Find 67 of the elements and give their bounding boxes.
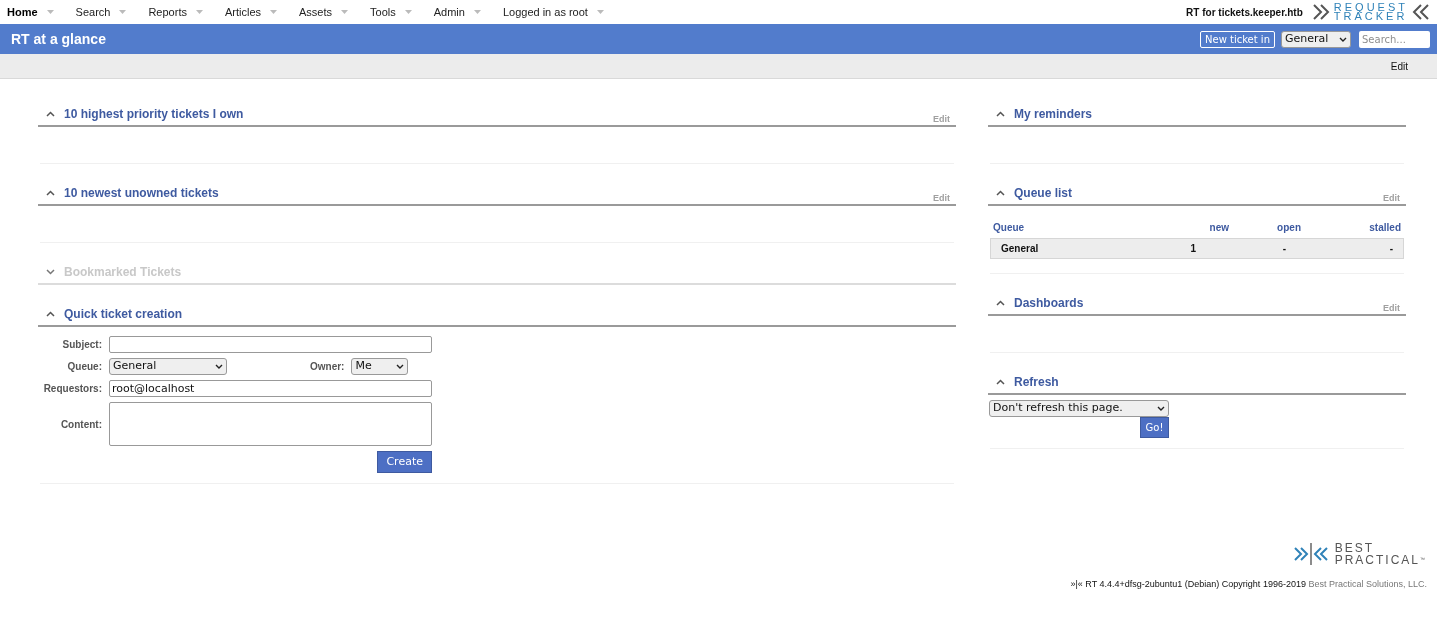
collapse-icon[interactable] xyxy=(996,111,1005,117)
collapse-icon[interactable] xyxy=(996,379,1005,385)
caret-icon xyxy=(473,10,481,14)
collapse-icon[interactable] xyxy=(46,111,55,117)
subject-field[interactable] xyxy=(109,336,432,353)
table-cell-text: - xyxy=(1281,242,1286,256)
owner-select[interactable]: Me xyxy=(351,358,409,375)
nav-item[interactable]: Reports xyxy=(148,3,203,21)
section-title[interactable]: Quick ticket creation xyxy=(64,305,183,323)
nav-item[interactable]: Home xyxy=(7,3,54,21)
field-label: Requestors: xyxy=(42,382,102,396)
column-header[interactable]: new xyxy=(1189,220,1229,235)
column-header[interactable]: stalled xyxy=(1361,220,1401,235)
table-cell-text: 1 xyxy=(1189,242,1196,256)
refresh-select[interactable]: Don't refresh this page. xyxy=(989,400,1169,417)
create-button[interactable]: Create xyxy=(377,451,432,473)
header-queue-select[interactable]: General xyxy=(1281,30,1351,48)
caret-icon xyxy=(270,10,277,14)
dropdown-caret-icon xyxy=(1157,406,1165,411)
collapse-icon[interactable] xyxy=(46,190,55,196)
new-ticket-button[interactable]: New ticket in xyxy=(1200,30,1275,48)
caret-icon xyxy=(404,10,412,14)
section-title[interactable]: 10 highest priority tickets I own xyxy=(64,105,244,123)
collapse-icon[interactable] xyxy=(46,311,55,317)
dropdown-caret-icon xyxy=(215,364,223,369)
go-button[interactable]: Go! xyxy=(1140,417,1169,438)
nav-item[interactable]: Assets xyxy=(299,3,349,21)
section-title[interactable]: Dashboards xyxy=(1014,294,1084,312)
queue-select[interactable]: General xyxy=(109,358,227,375)
footer-link[interactable]: Best Practical Solutions, LLC. xyxy=(1308,578,1427,589)
field-label: Content: xyxy=(59,417,102,432)
logo[interactable]: REQUEST TRACKER xyxy=(1312,3,1429,21)
collapse-icon[interactable] xyxy=(996,300,1005,306)
page-title: RT at a glance xyxy=(11,29,107,49)
field-label: Subject: xyxy=(61,338,102,352)
column-header[interactable]: Queue xyxy=(993,220,1189,235)
field-label: Owner: xyxy=(310,360,345,374)
caret-icon xyxy=(596,10,604,14)
dropdown-caret-icon xyxy=(1339,36,1347,42)
nav-item[interactable]: Logged in as root xyxy=(502,3,604,21)
section-title[interactable]: 10 newest unowned tickets xyxy=(64,184,219,202)
nav-item[interactable]: Admin xyxy=(433,3,481,21)
table-cell-text: General xyxy=(1001,242,1040,256)
footer-logo[interactable]: BEST PRACTICAL$^{™}$ xyxy=(1292,541,1425,566)
edit-link[interactable]: Edit xyxy=(1390,58,1408,74)
column-header[interactable]: open xyxy=(1261,220,1301,235)
section-title[interactable]: My reminders xyxy=(1014,105,1093,123)
expand-icon[interactable] xyxy=(46,269,55,275)
collapse-icon[interactable] xyxy=(996,190,1005,196)
footer-text: »|« RT 4.4.4+dfsg-2ubuntu1 (Debian) Copyright 1996-2019 Best Practical Solutions, LLC. xyxy=(1070,577,1427,591)
section-title[interactable]: Refresh xyxy=(1014,373,1059,391)
dropdown-caret-icon xyxy=(396,364,405,369)
nav-item[interactable]: Articles xyxy=(224,3,277,21)
table-cell-text: - xyxy=(1388,242,1393,256)
field-label: Queue: xyxy=(66,360,102,374)
nav-item[interactable]: Search xyxy=(75,3,127,21)
caret-icon xyxy=(46,10,54,14)
queue-row[interactable]: General 1 - - xyxy=(990,238,1404,259)
caret-icon xyxy=(195,10,203,14)
caret-icon xyxy=(341,10,349,14)
search-field[interactable]: Search... xyxy=(1359,30,1430,48)
caret-icon xyxy=(119,10,127,14)
nav-item[interactable]: Tools xyxy=(370,3,412,21)
site-title: RT for tickets.keeper.htb xyxy=(1186,5,1303,20)
content-field[interactable] xyxy=(109,402,432,446)
section-title[interactable]: Queue list xyxy=(1014,184,1072,202)
requestors-field[interactable]: root@localhost xyxy=(109,380,432,397)
